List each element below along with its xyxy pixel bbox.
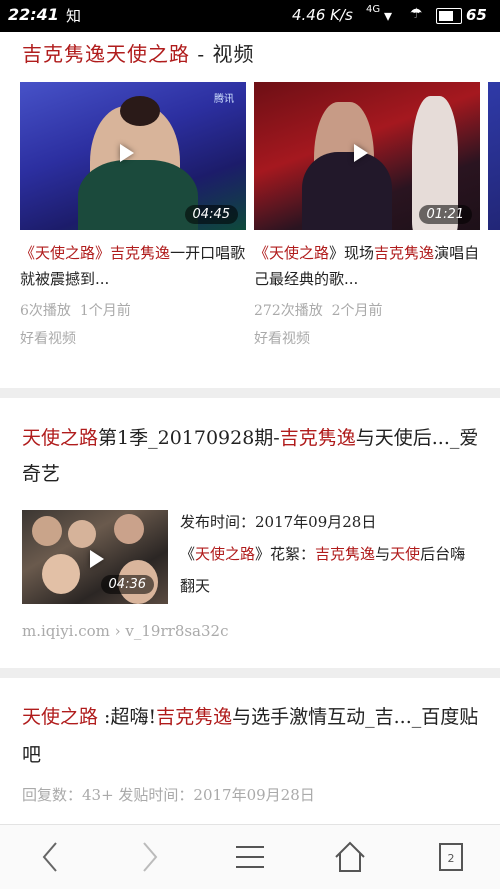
back-arrow-icon: [42, 842, 57, 872]
title-part: 》现场: [329, 244, 375, 262]
video-source: 好看视频: [254, 331, 310, 347]
play-icon: [120, 144, 134, 162]
menu-icon: [236, 846, 264, 868]
title-part: :超嗨!: [98, 706, 157, 728]
result-description: 《天使之路》花絮：吉克隽逸与天使后台嗨翻天: [180, 538, 480, 602]
video-section-title-keyword: 吉克隽逸天使之路: [22, 42, 190, 66]
play-count: 272次播放: [254, 303, 323, 319]
result-title-iqiyi[interactable]: 天使之路第1季_20170928期-吉克隽逸与天使后..._爱奇艺: [22, 420, 482, 492]
play-icon: [354, 144, 368, 162]
app-notification-icon: 知: [66, 7, 82, 25]
result-video-thumbnail[interactable]: 04:36: [22, 510, 168, 604]
video-duration: 04:36: [100, 575, 154, 594]
tabs-icon: 2: [439, 843, 463, 871]
play-icon: [90, 550, 104, 568]
network-speed: 4.46 K/s: [292, 6, 353, 24]
video-thumbnail[interactable]: 腾讯 04:45: [20, 82, 246, 230]
result-meta: 回复数：43+ 发贴时间：2017年09月28日: [22, 786, 315, 804]
result-title-tieba[interactable]: 天使之路 :超嗨!吉克隽逸与选手激情互动_吉..._百度贴吧: [22, 698, 482, 774]
platform-logo: 腾讯: [214, 94, 234, 105]
desc-part: 》花絮：: [255, 545, 316, 563]
video-source: 好看视频: [20, 331, 76, 347]
battery-level: 65: [466, 6, 487, 24]
video-card[interactable]: 01:21 《天使之路》现场吉克隽逸演唱自己最经典的歌... 272次播放 2个…: [254, 82, 480, 348]
title-part: 》: [95, 244, 111, 262]
title-keyword: 天使之路: [22, 427, 99, 449]
desc-part: 《: [180, 545, 196, 563]
section-divider: [0, 668, 500, 678]
weather-icon: ☂: [410, 6, 423, 22]
forward-arrow-icon: [143, 842, 158, 872]
home-icon: [335, 841, 365, 872]
video-duration: 04:45: [184, 205, 238, 224]
result-url[interactable]: m.iqiyi.com › v_19rr8sa32c: [22, 622, 229, 640]
home-button[interactable]: [300, 825, 400, 889]
desc-keyword: 吉克隽逸: [315, 545, 376, 563]
forward-button[interactable]: [100, 825, 200, 889]
search-results: 吉克隽逸天使之路 - 视频 腾讯 04:45 《天使之路》吉克隽逸一开口唱歌就被…: [0, 32, 500, 824]
title-part: 第1季_20170928期-: [98, 427, 280, 449]
status-bar: 22:41 知 4.46 K/s 4G ▾ ☂ 65: [0, 0, 500, 32]
video-thumbnail[interactable]: 01:21: [254, 82, 480, 230]
title-keyword: 天使之路: [22, 706, 99, 728]
video-section-title-suffix: - 视频: [190, 42, 255, 66]
video-card-partial[interactable]: [488, 82, 500, 230]
result-snippet: 发布时间：2017年09月28日 《天使之路》花絮：吉克隽逸与天使后台嗨翻天: [180, 506, 480, 602]
video-meta: 6次播放 1个月前: [20, 300, 246, 320]
tabs-button[interactable]: 2: [400, 825, 500, 889]
tab-count: 2: [448, 852, 455, 865]
clock: 22:41: [8, 5, 59, 24]
title-keyword: 吉克隽逸: [156, 706, 233, 728]
desc-keyword: 天使之路: [195, 545, 256, 563]
title-keyword: 天使之路: [35, 244, 96, 262]
video-card-title[interactable]: 《天使之路》现场吉克隽逸演唱自己最经典的歌...: [254, 240, 480, 292]
menu-button[interactable]: [200, 825, 300, 889]
desc-keyword: 天使: [390, 545, 421, 563]
video-duration: 01:21: [418, 205, 472, 224]
video-age: 2个月前: [331, 303, 383, 319]
video-meta: 272次播放 2个月前: [254, 300, 480, 320]
video-section-title[interactable]: 吉克隽逸天使之路 - 视频: [22, 38, 254, 67]
play-count: 6次播放: [20, 303, 71, 319]
title-part: 《: [254, 244, 270, 262]
title-keyword: 吉克隽逸: [279, 427, 356, 449]
wifi-icon: ▾: [384, 6, 393, 25]
title-keyword: 吉克隽逸: [374, 244, 435, 262]
title-keyword: 吉克隽逸: [110, 244, 171, 262]
network-type: 4G: [366, 4, 381, 15]
bottom-nav: 2: [0, 824, 500, 889]
video-card[interactable]: 腾讯 04:45 《天使之路》吉克隽逸一开口唱歌就被震撼到... 6次播放 1个…: [20, 82, 246, 348]
battery-icon: [436, 8, 462, 24]
section-divider: [0, 388, 500, 398]
video-card-title[interactable]: 《天使之路》吉克隽逸一开口唱歌就被震撼到...: [20, 240, 246, 292]
video-carousel[interactable]: 腾讯 04:45 《天使之路》吉克隽逸一开口唱歌就被震撼到... 6次播放 1个…: [20, 82, 500, 382]
video-thumbnail[interactable]: [488, 82, 500, 230]
video-age: 1个月前: [79, 303, 131, 319]
title-part: 《: [20, 244, 36, 262]
title-keyword: 天使之路: [269, 244, 330, 262]
back-button[interactable]: [0, 825, 100, 889]
desc-part: 与: [375, 545, 391, 563]
publish-date: 发布时间：2017年09月28日: [180, 513, 377, 531]
